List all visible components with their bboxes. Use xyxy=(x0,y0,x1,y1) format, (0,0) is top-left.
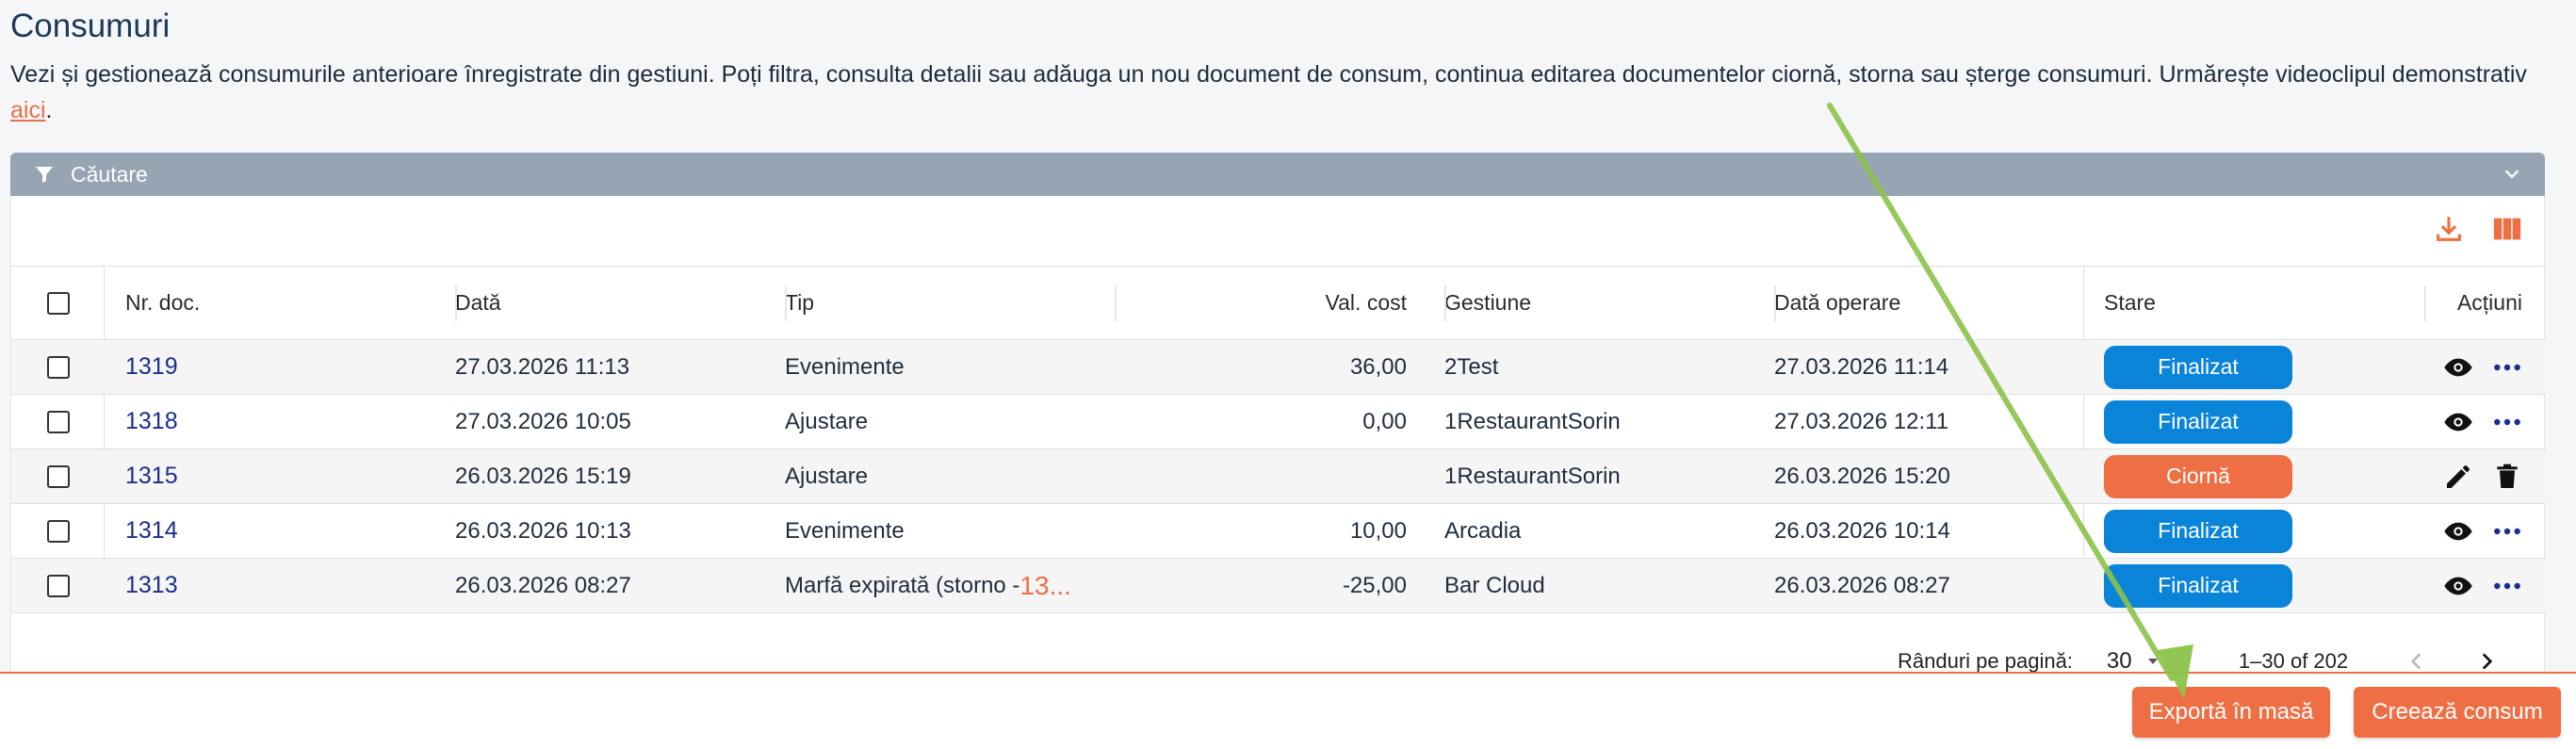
table-row[interactable]: 1315 26.03.2026 15:19 Ajustare 1Restaura… xyxy=(11,449,2546,504)
eye-icon[interactable] xyxy=(2443,516,2473,546)
col-data[interactable]: Dată xyxy=(455,290,501,316)
page-title: Consumuri xyxy=(10,8,171,44)
status-badge[interactable]: Finalizat xyxy=(2104,509,2292,553)
more-icon[interactable] xyxy=(2492,352,2522,383)
prev-page-icon[interactable] xyxy=(2405,649,2429,674)
row-gestiune: 2Test xyxy=(1444,353,1499,380)
row-cost: 0,00 xyxy=(1362,408,1407,434)
table-row[interactable]: 1319 27.03.2026 11:13 Evenimente 36,00 2… xyxy=(11,340,2546,395)
caret-down-icon[interactable] xyxy=(2145,654,2160,669)
chevron-down-icon[interactable] xyxy=(2502,164,2522,185)
col-val-cost[interactable]: Val. cost xyxy=(1326,290,1408,316)
more-icon[interactable] xyxy=(2492,516,2522,546)
row-checkbox[interactable] xyxy=(47,410,70,433)
rows-per-page-label: Rânduri pe pagină: xyxy=(1898,649,2073,673)
col-stare[interactable]: Stare xyxy=(2104,290,2156,316)
eye-icon[interactable] xyxy=(2443,352,2473,383)
doc-number-link[interactable]: 1313 xyxy=(125,572,178,599)
row-gestiune: 1RestaurantSorin xyxy=(1444,463,1621,489)
row-type: Ajustare xyxy=(785,408,869,434)
row-checkbox[interactable] xyxy=(47,574,70,597)
eye-icon[interactable] xyxy=(2443,407,2473,437)
row-cost: 10,00 xyxy=(1349,517,1407,544)
status-badge[interactable]: Finalizat xyxy=(2104,399,2292,444)
row-date-operare: 26.03.2026 10:14 xyxy=(1774,517,1950,544)
rows-per-page-select[interactable]: 30 xyxy=(2107,648,2182,675)
more-icon[interactable] xyxy=(2492,407,2522,437)
bulk-export-button[interactable]: Exportă în masă xyxy=(2132,687,2330,738)
row-date: 26.03.2026 08:27 xyxy=(455,572,631,598)
row-checkbox[interactable] xyxy=(47,355,70,379)
table-row[interactable]: 1318 27.03.2026 10:05 Ajustare 0,00 1Res… xyxy=(11,395,2546,449)
rows-per-page-value[interactable]: 30 xyxy=(2107,648,2132,675)
search-label: Căutare xyxy=(71,161,148,187)
search-panel-toggle[interactable]: Căutare xyxy=(10,153,2545,196)
row-cost: -25,00 xyxy=(1342,572,1407,598)
download-icon[interactable] xyxy=(2433,213,2465,245)
page-description: Vezi și gestionează consumurile anterioa… xyxy=(10,57,2545,128)
row-date-operare: 27.03.2026 11:14 xyxy=(1774,353,1949,380)
col-tip[interactable]: Tip xyxy=(785,290,814,316)
table-grid: Nr. doc. Dată Tip Val. cost Gestiune Dat… xyxy=(11,266,2546,613)
row-cost: 36,00 xyxy=(1349,353,1407,380)
row-type: Marfă expirată (storno - xyxy=(785,572,1020,598)
status-badge[interactable]: Finalizat xyxy=(2104,563,2292,608)
row-type: Evenimente xyxy=(785,353,905,380)
eye-icon[interactable] xyxy=(2443,571,2473,601)
row-checkbox[interactable] xyxy=(47,464,70,488)
page-range: 1–30 of 202 xyxy=(2238,649,2349,673)
doc-number-link[interactable]: 1314 xyxy=(125,517,178,545)
description-text: Vezi și gestionează consumurile anterioa… xyxy=(10,61,2527,88)
doc-number-link[interactable]: 1318 xyxy=(125,408,178,435)
doc-number-link[interactable]: 1319 xyxy=(125,353,178,381)
row-type: Evenimente xyxy=(785,517,905,544)
more-icon[interactable] xyxy=(2492,571,2522,601)
col-gestiune[interactable]: Gestiune xyxy=(1444,290,1531,316)
row-date-operare: 26.03.2026 15:20 xyxy=(1774,463,1950,489)
columns-icon[interactable] xyxy=(2491,213,2523,245)
col-data-operare[interactable]: Dată operare xyxy=(1774,290,1900,316)
doc-number-link[interactable]: 1315 xyxy=(125,463,178,490)
filter-icon xyxy=(36,167,53,183)
select-all-checkbox[interactable] xyxy=(47,291,70,315)
row-gestiune: 1RestaurantSorin xyxy=(1444,408,1621,434)
row-date: 26.03.2026 10:13 xyxy=(455,517,631,544)
video-link[interactable]: aici xyxy=(10,97,46,123)
col-actiuni: Acțiuni xyxy=(2456,290,2522,315)
trash-icon[interactable] xyxy=(2492,462,2522,492)
description-end: . xyxy=(45,97,53,123)
status-badge[interactable]: Ciornă xyxy=(2104,454,2292,498)
table-row[interactable]: 1313 26.03.2026 08:27 Marfă expirată (st… xyxy=(11,559,2546,613)
col-nr-doc[interactable]: Nr. doc. xyxy=(125,267,436,339)
storno-ref-link[interactable]: 13... xyxy=(1019,571,1070,601)
row-type: Ajustare xyxy=(785,463,869,489)
next-page-icon[interactable] xyxy=(2474,649,2499,674)
table-row[interactable]: 1314 26.03.2026 10:13 Evenimente 10,00 A… xyxy=(11,504,2546,559)
row-date-operare: 27.03.2026 12:11 xyxy=(1774,408,1949,434)
status-badge[interactable]: Finalizat xyxy=(2104,345,2292,389)
table-header: Nr. doc. Dată Tip Val. cost Gestiune Dat… xyxy=(11,267,2546,340)
row-gestiune: Arcadia xyxy=(1444,517,1522,544)
edit-icon[interactable] xyxy=(2443,462,2473,492)
row-checkbox[interactable] xyxy=(47,519,70,543)
row-gestiune: Bar Cloud xyxy=(1444,572,1545,598)
row-cost xyxy=(1115,449,1426,503)
row-date: 27.03.2026 10:05 xyxy=(455,408,631,434)
row-date: 27.03.2026 11:13 xyxy=(455,353,630,380)
row-date-operare: 26.03.2026 08:27 xyxy=(1774,572,1950,598)
consumuri-table: Nr. doc. Dată Tip Val. cost Gestiune Dat… xyxy=(10,196,2546,676)
create-consum-button[interactable]: Creează consum xyxy=(2354,687,2561,738)
row-date: 26.03.2026 15:19 xyxy=(455,463,631,489)
